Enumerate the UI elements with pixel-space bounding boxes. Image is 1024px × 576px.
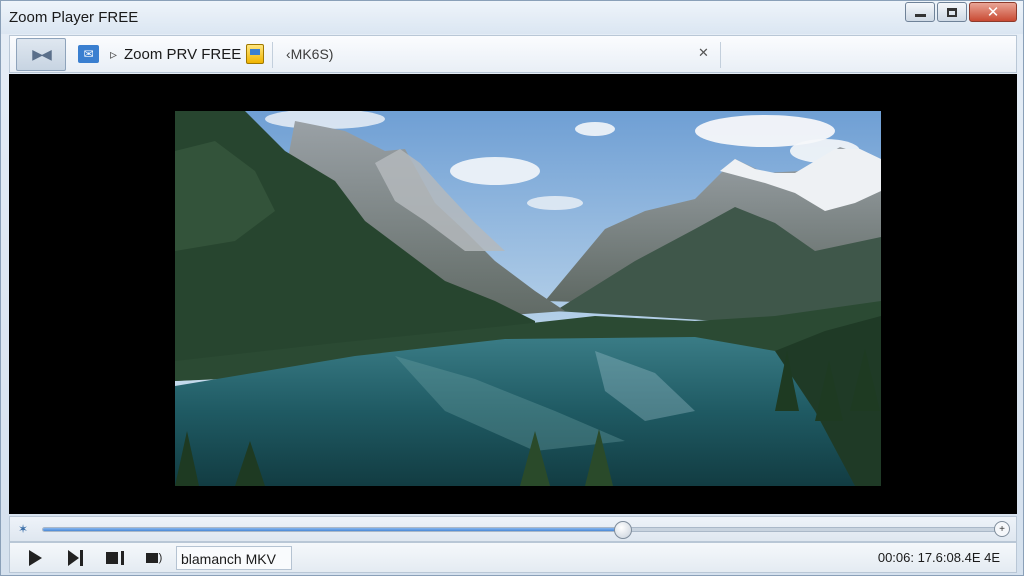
window-controls: ✕ bbox=[905, 2, 1017, 22]
shuffle-icon[interactable]: ✶ bbox=[18, 522, 28, 536]
playlist-icon[interactable] bbox=[246, 44, 264, 64]
seek-thumb[interactable] bbox=[614, 521, 633, 539]
stop-bar bbox=[121, 551, 124, 565]
time-display: 00:06: 17.6:08.4E 4E bbox=[877, 550, 1000, 565]
control-bar: ) blamanch MKV 00:06: 17.6:08.4E 4E bbox=[9, 542, 1017, 573]
skip-toggle-button[interactable]: ▶◀ bbox=[16, 38, 66, 71]
next-bar bbox=[79, 550, 83, 566]
toolbar-divider bbox=[720, 42, 721, 68]
close-button[interactable]: ✕ bbox=[969, 2, 1017, 22]
play-icon bbox=[28, 550, 42, 566]
minimize-icon bbox=[914, 13, 926, 17]
stop-button[interactable] bbox=[102, 547, 128, 569]
seek-bar: ✶ + bbox=[9, 516, 1017, 542]
sound-wave-icon: ) bbox=[158, 552, 163, 564]
play-button[interactable] bbox=[24, 547, 46, 569]
toolbar-divider bbox=[272, 42, 273, 68]
pin-icon[interactable]: ✕ bbox=[698, 45, 709, 61]
video-area[interactable] bbox=[9, 74, 1017, 514]
pointer-icon: ▹ bbox=[110, 46, 118, 62]
video-frame bbox=[175, 111, 881, 486]
toolbar: ▶◀ ✉ ▹ Zoom PRV FREE ‹MK6S) ✕ bbox=[9, 35, 1017, 73]
mountain-lake-image bbox=[175, 111, 881, 486]
volume-button[interactable]: ) bbox=[140, 547, 168, 569]
product-name: Zoom PRV FREE bbox=[124, 46, 242, 63]
seek-progress bbox=[43, 528, 624, 531]
seek-track[interactable] bbox=[42, 521, 998, 539]
player-window: Zoom Player FREE ✕ ▶◀ ✉ ▹ Zoom PRV FREE … bbox=[0, 0, 1024, 576]
next-button[interactable] bbox=[62, 547, 88, 569]
file-name: blamanch MKV bbox=[176, 546, 292, 570]
stop-icon bbox=[106, 552, 118, 564]
maximize-button[interactable] bbox=[937, 2, 967, 22]
close-icon: ✕ bbox=[986, 3, 1000, 21]
minimize-button[interactable] bbox=[905, 2, 935, 22]
next-icon bbox=[67, 550, 79, 566]
maximize-icon bbox=[947, 7, 957, 17]
seek-end-icon[interactable]: + bbox=[994, 521, 1010, 537]
speaker-icon bbox=[145, 553, 158, 563]
skip-icon: ▶◀ bbox=[32, 46, 51, 62]
window-title: Zoom Player FREE bbox=[9, 9, 139, 26]
zoom-logo-icon[interactable]: ✉ bbox=[78, 45, 99, 63]
format-label: ‹MK6S) bbox=[286, 46, 334, 62]
title-bar[interactable]: Zoom Player FREE ✕ bbox=[1, 1, 1023, 34]
